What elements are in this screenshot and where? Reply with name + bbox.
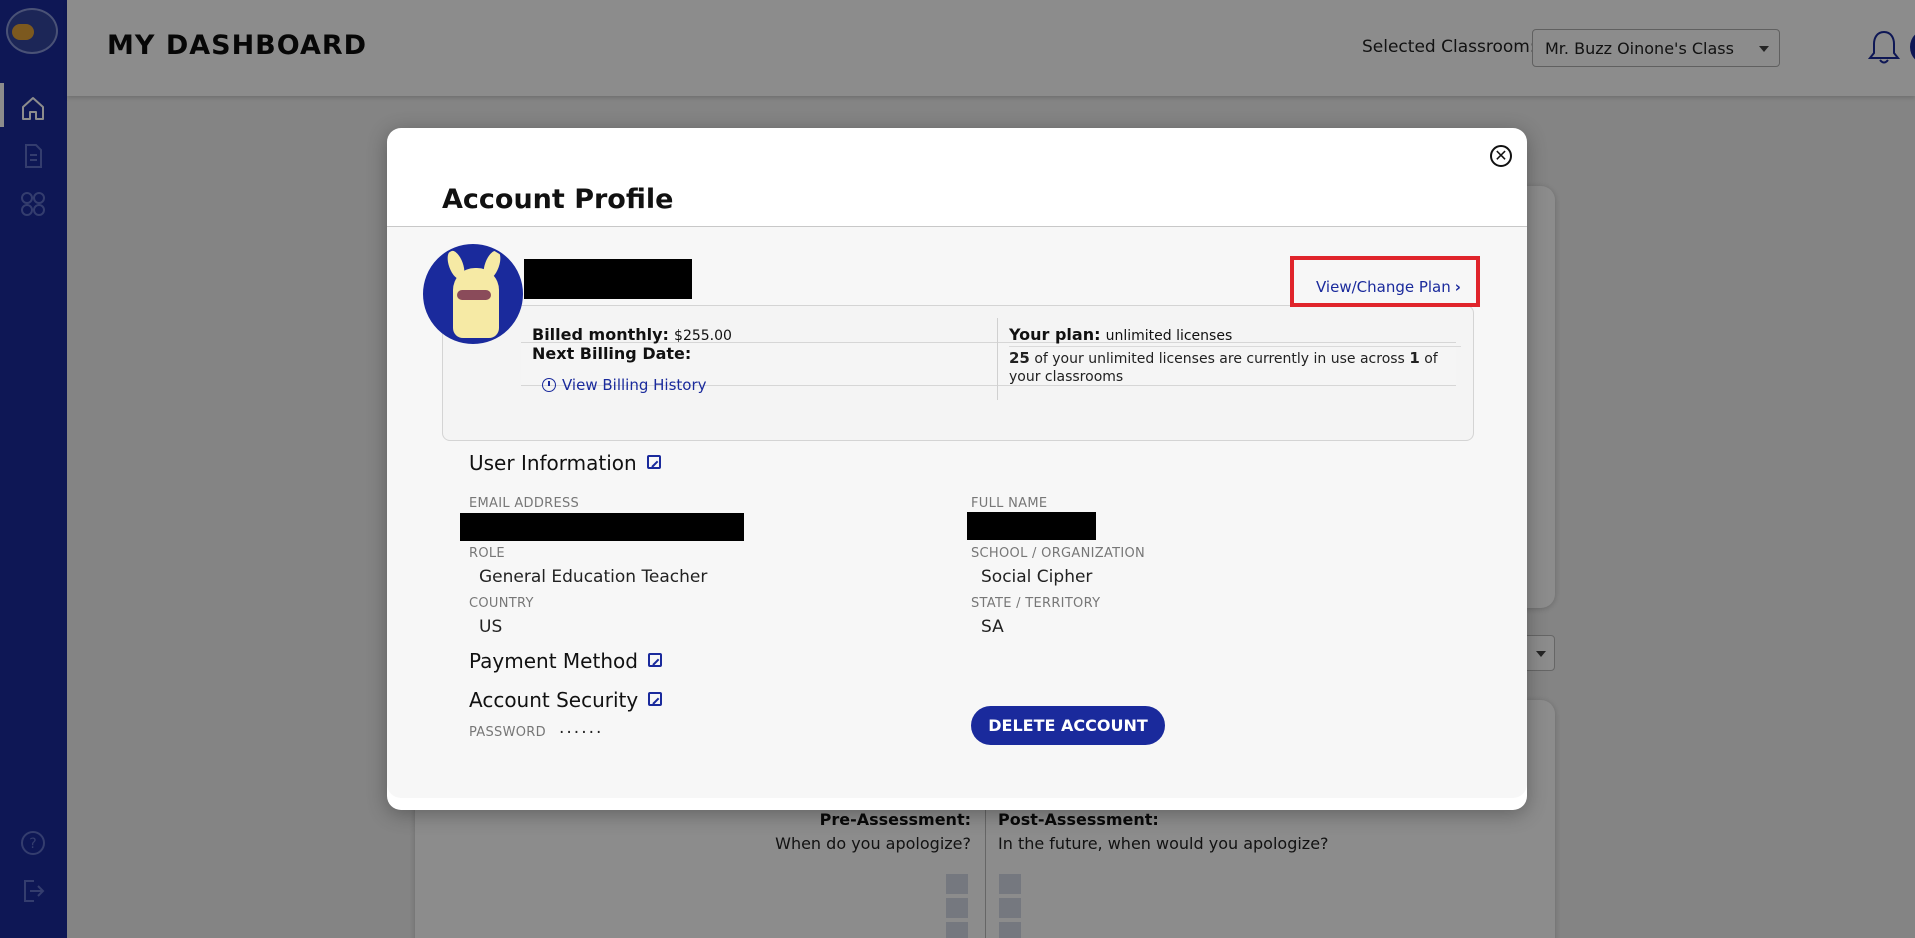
school-label: SCHOOL / ORGANIZATION bbox=[971, 546, 1146, 561]
usage-text-1: of your unlimited licenses are currently… bbox=[1034, 351, 1405, 367]
classroom-count: 1 bbox=[1409, 349, 1420, 367]
profile-avatar bbox=[423, 244, 523, 344]
view-change-plan-label: View/Change Plan bbox=[1316, 278, 1451, 296]
full-name-label: FULL NAME bbox=[971, 496, 1048, 511]
billed-monthly: Billed monthly: $255.00 bbox=[532, 325, 732, 344]
view-change-plan-button[interactable]: View/Change Plan › bbox=[1290, 256, 1480, 307]
edit-icon[interactable] bbox=[647, 653, 662, 667]
redacted-name bbox=[524, 259, 692, 299]
role-label: ROLE bbox=[469, 546, 505, 561]
billed-amount: $255.00 bbox=[674, 328, 732, 344]
close-icon[interactable]: ✕ bbox=[1490, 145, 1512, 167]
modal-title: Account Profile bbox=[442, 184, 674, 215]
chevron-right-icon: › bbox=[1454, 278, 1461, 296]
user-information-label: User Information bbox=[469, 451, 637, 475]
view-billing-history-link[interactable]: View Billing History bbox=[542, 376, 707, 394]
license-usage: 25 of your unlimited licenses are curren… bbox=[1009, 349, 1469, 386]
country-value: US bbox=[479, 617, 503, 637]
plan-separator bbox=[1009, 346, 1461, 347]
account-security-title: Account Security bbox=[469, 688, 663, 712]
redacted-full-name bbox=[967, 512, 1096, 540]
payment-method-title: Payment Method bbox=[469, 649, 662, 673]
next-billing-date: Next Billing Date: bbox=[532, 344, 692, 363]
state-label: STATE / TERRITORY bbox=[971, 596, 1101, 611]
password-value: ...... bbox=[559, 718, 604, 738]
account-profile-modal: ✕ Account Profile View/Change Plan › Bill… bbox=[387, 128, 1527, 810]
state-value: SA bbox=[981, 617, 1004, 637]
billed-label: Billed monthly: bbox=[532, 325, 669, 344]
account-security-label: Account Security bbox=[469, 688, 639, 712]
email-label: EMAIL ADDRESS bbox=[469, 496, 580, 511]
password-label: PASSWORD bbox=[469, 725, 546, 740]
school-value: Social Cipher bbox=[981, 567, 1093, 587]
payment-method-label: Payment Method bbox=[469, 649, 638, 673]
user-information-title: User Information bbox=[469, 451, 661, 475]
country-label: COUNTRY bbox=[469, 596, 534, 611]
plan-divider bbox=[997, 318, 998, 400]
edit-icon[interactable] bbox=[648, 692, 663, 706]
redacted-email bbox=[460, 513, 744, 541]
role-value: General Education Teacher bbox=[479, 567, 708, 587]
clock-icon bbox=[542, 378, 556, 392]
your-plan: Your plan: unlimited licenses bbox=[1009, 325, 1232, 344]
your-plan-value: unlimited licenses bbox=[1105, 328, 1233, 344]
delete-account-button[interactable]: DELETE ACCOUNT bbox=[971, 706, 1165, 745]
licenses-in-use: 25 bbox=[1009, 349, 1030, 367]
your-plan-label: Your plan: bbox=[1009, 325, 1101, 344]
edit-icon[interactable] bbox=[646, 455, 661, 469]
billing-history-label: View Billing History bbox=[562, 376, 707, 394]
